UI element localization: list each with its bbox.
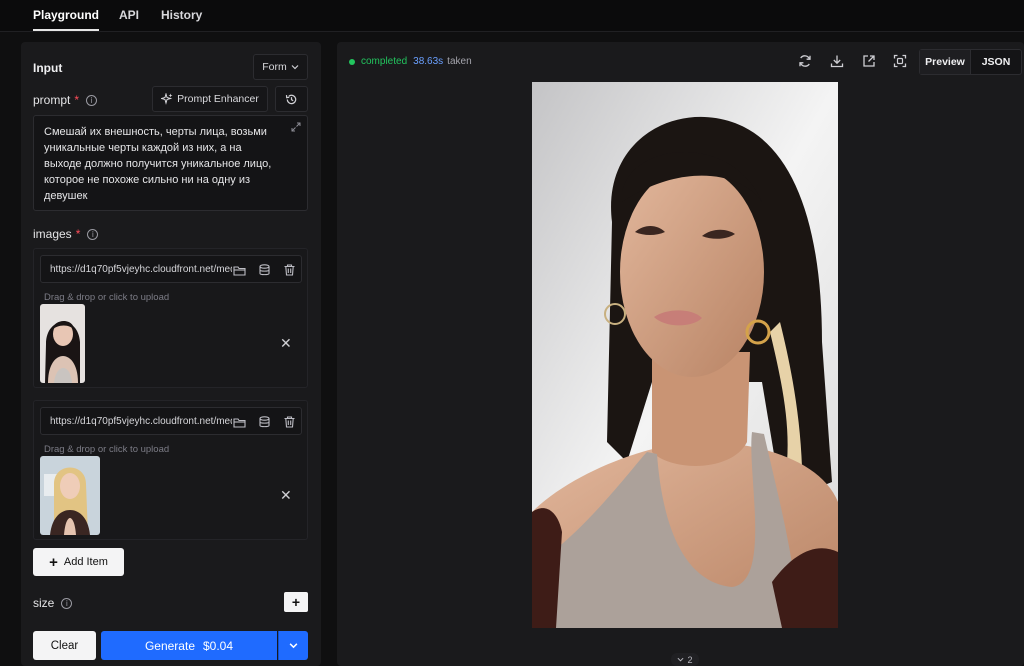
tab-playground[interactable]: Playground	[33, 0, 100, 31]
image-url-input[interactable]: https://d1q70pf5vjeyhc.cloudfront.net/me…	[40, 255, 302, 283]
info-icon[interactable]: i	[61, 597, 73, 609]
size-label: size i	[33, 596, 73, 610]
generate-label: Generate	[144, 638, 195, 653]
tab-preview[interactable]: Preview	[920, 50, 971, 74]
info-icon[interactable]: i	[87, 228, 99, 240]
history-button[interactable]	[275, 86, 308, 112]
trash-icon[interactable]	[281, 414, 297, 430]
tab-api[interactable]: API	[119, 0, 139, 31]
add-size-button[interactable]: +	[284, 592, 308, 612]
close-icon[interactable]: ✕	[280, 488, 292, 504]
size-label-text: size	[33, 596, 55, 610]
history-icon	[285, 94, 297, 104]
folder-icon[interactable]	[231, 414, 247, 430]
plus-icon: +	[291, 594, 301, 610]
output-panel: completed 38.63s taken Preview JSON 2	[337, 42, 1024, 666]
chevron-down-icon	[289, 643, 298, 649]
drop-hint[interactable]: Drag & drop or click to upload	[44, 292, 169, 303]
tab-json[interactable]: JSON	[971, 50, 1021, 74]
image-thumbnail	[40, 456, 100, 535]
clear-button[interactable]: Clear	[33, 631, 96, 660]
input-panel: Input Form prompt * i Prompt Enhancer Сме…	[21, 42, 321, 666]
generate-options-button[interactable]	[278, 631, 308, 660]
image-thumbnail	[40, 304, 85, 383]
prompt-textarea[interactable]: Смешай их внешность, черты лица, возьми …	[33, 115, 308, 211]
chevron-down-icon	[291, 65, 299, 70]
prompt-label: prompt * i	[33, 93, 98, 107]
drop-hint[interactable]: Drag & drop or click to upload	[44, 444, 169, 455]
image-url-text: https://d1q70pf5vjeyhc.cloudfront.net/me…	[50, 264, 232, 275]
database-icon[interactable]	[256, 262, 272, 278]
required-mark: *	[75, 227, 81, 241]
image-item: https://d1q70pf5vjeyhc.cloudfront.net/me…	[33, 400, 308, 540]
image-item: https://d1q70pf5vjeyhc.cloudfront.net/me…	[33, 248, 308, 388]
status-bar: completed 38.63s taken	[349, 56, 472, 67]
clear-label: Clear	[50, 639, 79, 652]
top-nav: Playground API History	[0, 0, 1024, 32]
plus-icon: +	[49, 553, 58, 571]
close-icon[interactable]: ✕	[280, 336, 292, 352]
pager-count: 2	[687, 654, 693, 665]
add-item-label: Add Item	[63, 556, 108, 568]
trash-icon[interactable]	[281, 262, 297, 278]
required-mark: *	[74, 93, 80, 107]
folder-icon[interactable]	[231, 262, 247, 278]
chevron-down-icon	[677, 657, 684, 662]
download-icon[interactable]	[829, 53, 845, 69]
prompt-text: Смешай их внешность, черты лица, возьми …	[44, 126, 272, 202]
pager[interactable]: 2	[671, 653, 699, 666]
sparkle-icon	[161, 93, 173, 105]
generate-button[interactable]: Generate $0.04	[101, 631, 277, 660]
tab-history[interactable]: History	[161, 0, 202, 31]
time-suffix: taken	[447, 56, 472, 67]
prompt-enhancer-button[interactable]: Prompt Enhancer	[152, 86, 268, 112]
image-url-input[interactable]: https://d1q70pf5vjeyhc.cloudfront.net/me…	[40, 407, 302, 435]
add-item-button[interactable]: + Add Item	[33, 548, 124, 576]
images-label: images * i	[33, 227, 99, 241]
info-icon[interactable]: i	[86, 94, 98, 106]
generated-image	[532, 82, 838, 628]
open-external-icon[interactable]	[861, 53, 877, 69]
input-heading: Input	[33, 61, 63, 75]
image-url-text: https://d1q70pf5vjeyhc.cloudfront.net/me…	[50, 416, 232, 427]
mode-select-value: Form	[262, 61, 287, 73]
status-dot	[349, 58, 355, 65]
time-taken: 38.63s	[413, 56, 444, 67]
prompt-label-text: prompt	[33, 93, 71, 107]
focus-icon[interactable]	[892, 53, 908, 69]
expand-icon[interactable]	[291, 122, 301, 132]
generate-price: $0.04	[203, 638, 234, 653]
database-icon[interactable]	[256, 414, 272, 430]
view-toggle: Preview JSON	[919, 49, 1022, 75]
status-text: completed	[361, 56, 408, 67]
refresh-icon[interactable]	[797, 53, 813, 69]
images-label-text: images	[33, 227, 72, 241]
mode-select[interactable]: Form	[253, 54, 308, 80]
prompt-enhancer-label: Prompt Enhancer	[177, 93, 259, 105]
